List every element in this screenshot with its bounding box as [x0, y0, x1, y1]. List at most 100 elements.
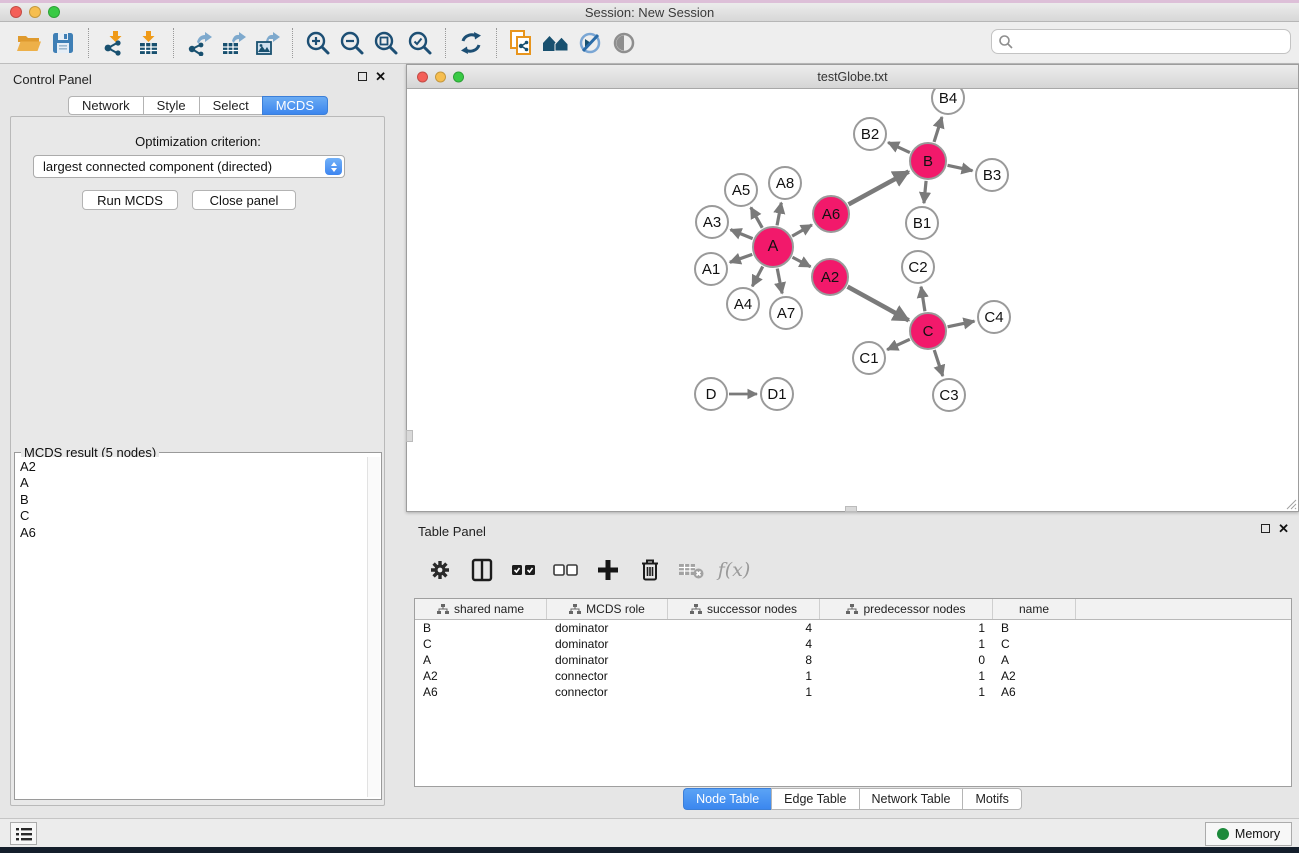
network-window-titlebar[interactable]: testGlobe.txt	[407, 65, 1298, 89]
column-header-successor-nodes[interactable]: successor nodes	[668, 599, 820, 619]
mcds-result-scrollbar[interactable]	[367, 457, 380, 797]
status-bar: Memory	[0, 818, 1299, 847]
column-view-button[interactable]	[464, 552, 500, 588]
apply-function-button[interactable]: f(x)	[716, 552, 752, 588]
column-header-predecessor-nodes[interactable]: predecessor nodes	[820, 599, 993, 619]
zoom-window-button[interactable]	[48, 6, 60, 18]
birds-eye-icon	[611, 30, 637, 56]
export-table-button[interactable]	[216, 26, 250, 60]
column-header-shared-name[interactable]: shared name	[415, 599, 547, 619]
tab-network-table[interactable]: Network Table	[859, 788, 963, 810]
graph-node-C4[interactable]: C4	[977, 300, 1011, 334]
refresh-icon	[458, 30, 484, 56]
criterion-dropdown[interactable]: largest connected component (directed)	[33, 155, 345, 178]
run-mcds-button[interactable]: Run MCDS	[82, 190, 178, 210]
add-row-button[interactable]	[590, 552, 626, 588]
zoom-fit-button[interactable]	[369, 26, 403, 60]
zoom-in-button[interactable]	[301, 26, 335, 60]
network-zoom-button[interactable]	[453, 71, 464, 82]
graph-node-A7[interactable]: A7	[769, 296, 803, 330]
graph-node-A8[interactable]: A8	[768, 166, 802, 200]
open-session-button[interactable]	[12, 26, 46, 60]
import-network-button[interactable]	[97, 26, 131, 60]
refresh-button[interactable]	[454, 26, 488, 60]
tab-motifs[interactable]: Motifs	[962, 788, 1021, 810]
graph-node-B[interactable]: B	[909, 142, 947, 180]
table-row[interactable]: A6connector11A6	[415, 684, 1291, 700]
tree-icon	[690, 604, 702, 615]
resize-grip-icon[interactable]	[1284, 497, 1297, 510]
graph-node-B1[interactable]: B1	[905, 206, 939, 240]
graph-node-A5[interactable]: A5	[724, 173, 758, 207]
table-cell: dominator	[547, 620, 668, 636]
tab-style[interactable]: Style	[143, 96, 199, 115]
main-toolbar	[0, 22, 1299, 64]
graph-node-D[interactable]: D	[694, 377, 728, 411]
graph-node-D1[interactable]: D1	[760, 377, 794, 411]
open-folder-icon	[16, 30, 42, 56]
network-minimize-button[interactable]	[435, 71, 446, 82]
home-layout-button[interactable]	[539, 26, 573, 60]
table-cell: A6	[993, 684, 1076, 700]
graph-node-A3[interactable]: A3	[695, 205, 729, 239]
panel-list-button[interactable]	[10, 822, 37, 845]
minimize-window-button[interactable]	[29, 6, 41, 18]
edge-A-A1	[730, 254, 752, 262]
table-row[interactable]: Adominator80A	[415, 652, 1291, 668]
close-panel-button[interactable]: Close panel	[192, 190, 296, 210]
edge-A-A7	[777, 269, 782, 294]
close-panel-icon[interactable]: ✕	[1278, 523, 1289, 534]
birds-eye-button[interactable]	[607, 26, 641, 60]
network-view-window: testGlobe.txt AA1A2A3A4A5A6A7A8BB1B2B3B4…	[406, 64, 1299, 512]
table-cell: 1	[820, 620, 993, 636]
graph-node-A4[interactable]: A4	[726, 287, 760, 321]
tab-mcds[interactable]: MCDS	[262, 96, 328, 115]
tab-node-table[interactable]: Node Table	[683, 788, 771, 810]
network-canvas[interactable]: AA1A2A3A4A5A6A7A8BB1B2B3B4CC1C2C3C4DD1	[407, 89, 1298, 511]
graph-node-B2[interactable]: B2	[853, 117, 887, 151]
graph-node-C[interactable]: C	[909, 312, 947, 350]
settings-gear-button[interactable]	[422, 552, 458, 588]
memory-button[interactable]: Memory	[1205, 822, 1292, 846]
graph-node-A6[interactable]: A6	[812, 195, 850, 233]
graph-node-C3[interactable]: C3	[932, 378, 966, 412]
zoom-selected-button[interactable]	[403, 26, 437, 60]
network-close-button[interactable]	[417, 71, 428, 82]
graph-node-C2[interactable]: C2	[901, 250, 935, 284]
save-session-button[interactable]	[46, 26, 80, 60]
graph-node-B3[interactable]: B3	[975, 158, 1009, 192]
search-input[interactable]	[991, 29, 1291, 54]
close-window-button[interactable]	[10, 6, 22, 18]
tab-network[interactable]: Network	[68, 96, 143, 115]
delete-row-button[interactable]	[632, 552, 668, 588]
tab-select[interactable]: Select	[199, 96, 262, 115]
column-header-MCDS-role[interactable]: MCDS role	[547, 599, 668, 619]
table-row[interactable]: A2connector11A2	[415, 668, 1291, 684]
float-panel-icon[interactable]	[1261, 524, 1270, 533]
edge-layer	[407, 89, 1298, 511]
close-panel-icon[interactable]: ✕	[375, 71, 386, 82]
graph-node-C1[interactable]: C1	[852, 341, 886, 375]
zoom-out-button[interactable]	[335, 26, 369, 60]
edge-A-A2	[792, 257, 810, 267]
hide-details-button[interactable]	[573, 26, 607, 60]
tab-edge-table[interactable]: Edge Table	[771, 788, 858, 810]
delete-column-button[interactable]	[674, 552, 710, 588]
graph-node-A1[interactable]: A1	[694, 252, 728, 286]
export-network-button[interactable]	[182, 26, 216, 60]
table-cell: B	[415, 620, 547, 636]
select-all-button[interactable]	[506, 552, 542, 588]
edge-A2-C	[848, 287, 909, 321]
column-header-name[interactable]: name	[993, 599, 1076, 619]
import-table-button[interactable]	[131, 26, 165, 60]
export-image-button[interactable]	[250, 26, 284, 60]
graph-node-A[interactable]: A	[752, 226, 794, 268]
float-panel-icon[interactable]	[358, 72, 367, 81]
deselect-all-button[interactable]	[548, 552, 584, 588]
table-row[interactable]: Bdominator41B	[415, 620, 1291, 636]
mcds-result-item: A	[20, 475, 364, 491]
table-row[interactable]: Cdominator41C	[415, 636, 1291, 652]
table-tabs: Node TableEdge TableNetwork TableMotifs	[406, 788, 1299, 810]
duplicate-network-button[interactable]	[505, 26, 539, 60]
graph-node-A2[interactable]: A2	[811, 258, 849, 296]
